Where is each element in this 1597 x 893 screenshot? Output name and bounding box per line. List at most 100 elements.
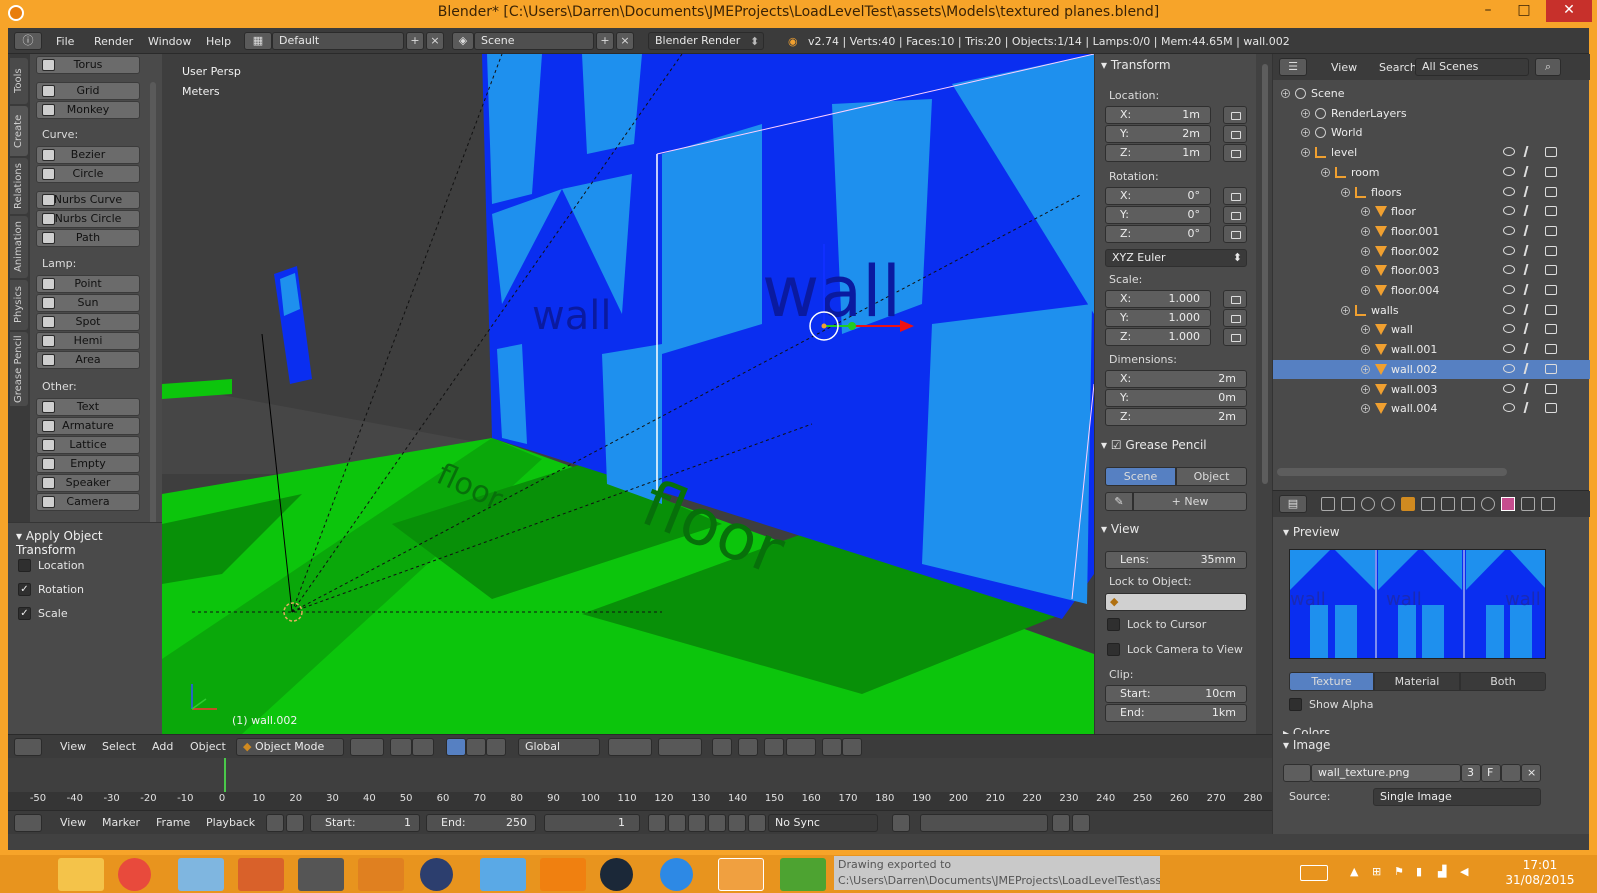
3d-viewport[interactable]: wall wall floor floor User Persp Meters … — [162, 54, 1094, 734]
texture-tab-icon[interactable] — [1501, 497, 1515, 511]
layers-tab-icon[interactable] — [1341, 497, 1355, 511]
translate-manipulator-icon[interactable] — [446, 738, 466, 756]
lock-scale-x-icon[interactable] — [1223, 290, 1247, 308]
volume-icon[interactable]: ◀ — [1460, 865, 1468, 878]
expand-toggle-icon[interactable]: + — [1361, 404, 1370, 414]
layers-grid-1[interactable] — [608, 738, 652, 756]
renderable-camera-icon[interactable] — [1545, 206, 1557, 217]
renderable-camera-icon[interactable] — [1545, 245, 1557, 256]
expand-toggle-icon[interactable]: + — [1361, 384, 1370, 394]
selectable-cursor-icon[interactable] — [1523, 165, 1535, 177]
expand-toggle-icon[interactable]: + — [1361, 325, 1370, 335]
keying-set-field[interactable] — [920, 814, 1048, 832]
sync-mode-select[interactable]: No Sync — [768, 814, 878, 832]
lock-scale-z-icon[interactable] — [1223, 328, 1247, 346]
view-panel-header[interactable]: ▾ View — [1101, 522, 1139, 536]
visibility-eye-icon[interactable] — [1503, 166, 1515, 176]
add-empty-button[interactable]: Empty — [36, 455, 140, 473]
visibility-eye-icon[interactable] — [1503, 363, 1515, 373]
clock-icon[interactable] — [266, 814, 284, 832]
frame-ruler[interactable] — [8, 792, 1272, 810]
outliner-row[interactable]: + room — [1273, 163, 1590, 182]
renderable-camera-icon[interactable] — [1545, 383, 1557, 394]
data-tab-icon[interactable] — [1461, 497, 1475, 511]
expand-toggle-icon[interactable]: + — [1341, 187, 1350, 197]
scale-checkbox[interactable]: ✓ — [18, 607, 31, 620]
particles-tab-icon[interactable] — [1521, 497, 1535, 511]
start-frame-field[interactable]: Start: 1 — [310, 814, 420, 832]
selectable-cursor-icon[interactable] — [1523, 323, 1535, 335]
add-text-button[interactable]: Text — [36, 398, 140, 416]
add-bezier-button[interactable]: Bezier — [36, 146, 140, 164]
lock-location-x-icon[interactable] — [1223, 106, 1247, 124]
expand-toggle-icon[interactable]: + — [1341, 305, 1350, 315]
add-sun-lamp-button[interactable]: Sun — [36, 294, 140, 312]
lock-rotation-z-icon[interactable] — [1223, 225, 1247, 243]
record-icon[interactable] — [892, 814, 910, 832]
lock-object-field[interactable]: ◆ — [1105, 593, 1247, 611]
selectable-cursor-icon[interactable] — [1523, 303, 1535, 315]
rotate-manipulator-icon[interactable] — [466, 738, 486, 756]
rotation-mode-select[interactable]: XYZ Euler ⬍ — [1105, 249, 1247, 267]
outliner-editor-icon[interactable]: ☰ — [1279, 58, 1307, 76]
add-torus-button[interactable]: Torus — [36, 56, 140, 74]
dimensions-y-field[interactable]: Y: 0m — [1105, 389, 1247, 407]
timeline-menu-frame[interactable]: Frame — [156, 816, 190, 829]
add-spot-lamp-button[interactable]: Spot — [36, 313, 140, 331]
renderable-camera-icon[interactable] — [1545, 403, 1557, 414]
transform-panel-header[interactable]: ▾ Transform — [1101, 58, 1171, 72]
close-button[interactable]: ✕ — [1546, 0, 1592, 22]
preview-panel-header[interactable]: ▾ Preview — [1283, 525, 1340, 539]
renderable-camera-icon[interactable] — [1545, 186, 1557, 197]
properties-editor-icon[interactable]: ▤ — [1279, 495, 1307, 513]
app-cube-icon[interactable] — [178, 858, 224, 891]
lock-scale-y-icon[interactable] — [1223, 309, 1247, 327]
expand-toggle-icon[interactable]: + — [1301, 108, 1310, 118]
image-name-field[interactable]: wall_texture.png — [1311, 764, 1461, 782]
scene-icon[interactable]: ◈ — [452, 32, 474, 50]
selectable-cursor-icon[interactable] — [1523, 244, 1535, 256]
material-tab-icon[interactable] — [1481, 497, 1495, 511]
renderable-camera-icon[interactable] — [1545, 225, 1557, 236]
editor-type-info-icon[interactable]: ⓘ — [14, 32, 42, 50]
add-speaker-button[interactable]: Speaker — [36, 474, 140, 492]
lock-location-y-icon[interactable] — [1223, 125, 1247, 143]
expand-toggle-icon[interactable]: + — [1301, 148, 1310, 158]
prev-keyframe-icon[interactable] — [668, 814, 686, 832]
grease-pencil-header[interactable]: ▾ ☑ Grease Pencil — [1101, 438, 1207, 452]
outliner-row[interactable]: + floor — [1273, 202, 1590, 221]
outliner-filter-select[interactable]: All Scenes — [1415, 58, 1529, 76]
expand-toggle-icon[interactable]: + — [1361, 286, 1370, 295]
play-icon[interactable] — [708, 814, 726, 832]
mode-select[interactable]: ◆ Object Mode — [236, 738, 344, 756]
outliner-row[interactable]: + floors — [1273, 183, 1590, 202]
add-point-lamp-button[interactable]: Point — [36, 275, 140, 293]
location-y-field[interactable]: Y: 2m — [1105, 125, 1211, 143]
layout-select[interactable]: Default — [272, 32, 404, 50]
play-reverse-icon[interactable] — [688, 814, 706, 832]
physics-tab-icon[interactable] — [1541, 497, 1555, 511]
blender-taskbar-icon[interactable] — [358, 858, 404, 891]
action-center-icon[interactable]: ⚑ — [1394, 865, 1404, 878]
object-tab-icon[interactable] — [1401, 497, 1415, 511]
visibility-eye-icon[interactable] — [1503, 245, 1515, 255]
outliner-row[interactable]: + floor.004 — [1273, 281, 1590, 300]
current-frame-marker[interactable] — [224, 758, 226, 792]
visibility-eye-icon[interactable] — [1503, 285, 1515, 294]
add-hemi-lamp-button[interactable]: Hemi — [36, 332, 140, 350]
add-nurbs-curve-button[interactable]: Nurbs Curve — [36, 191, 140, 209]
image-browse-icon[interactable] — [1283, 764, 1311, 782]
renderable-camera-icon[interactable] — [1545, 166, 1557, 177]
outliner-row[interactable]: + World — [1273, 123, 1590, 142]
gp-scene-toggle[interactable]: Scene — [1105, 467, 1176, 486]
selectable-cursor-icon[interactable] — [1523, 185, 1535, 197]
keyboard-icon[interactable] — [1300, 865, 1328, 881]
timeline-menu-view[interactable]: View — [60, 816, 86, 829]
scale-x-field[interactable]: X: 1.000 — [1105, 290, 1211, 308]
outliner-row[interactable]: + floor.003 — [1273, 261, 1590, 280]
chrome-icon[interactable] — [118, 858, 151, 891]
preview-material-toggle[interactable]: Material — [1374, 672, 1460, 691]
renderable-camera-icon[interactable] — [1545, 324, 1557, 335]
render-animation-icon[interactable] — [842, 738, 862, 756]
menu-help[interactable]: Help — [206, 33, 231, 50]
